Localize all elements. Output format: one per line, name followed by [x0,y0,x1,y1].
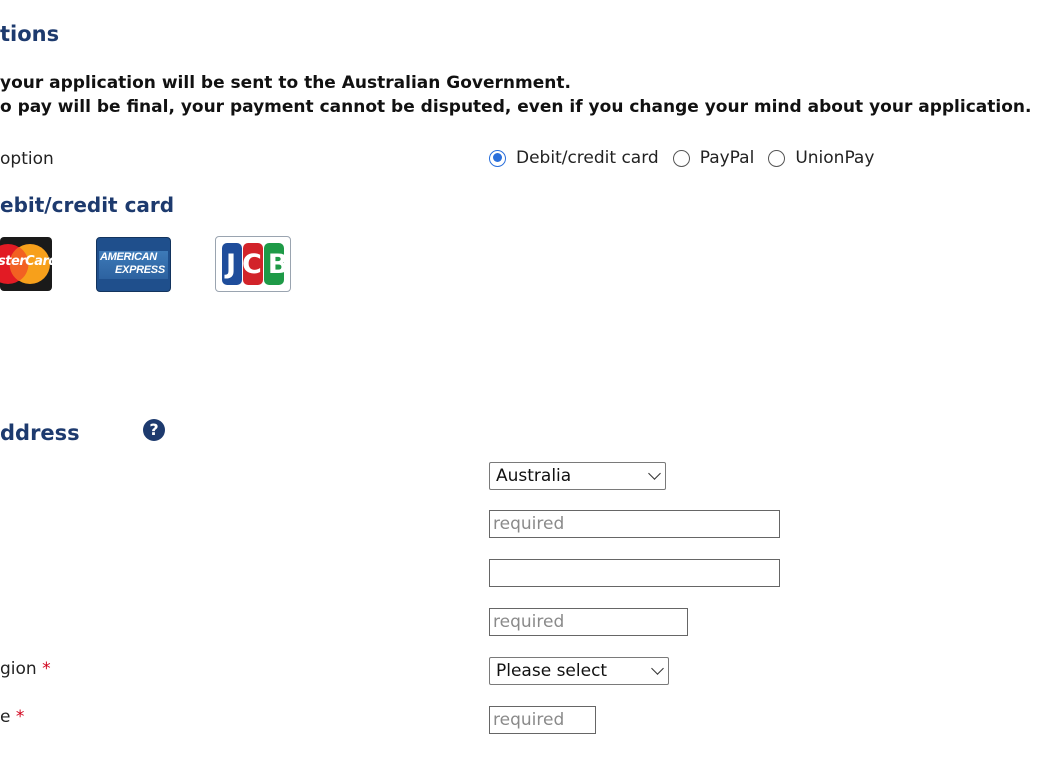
radio-label-paypal: PayPal [699,148,755,168]
radio-unionpay[interactable] [768,149,786,167]
postcode-input[interactable] [489,706,596,734]
postcode-label: e * [0,707,24,727]
jcb-logo: JCB [215,236,291,292]
region-label: gion * [0,659,51,679]
card-section-title: ebit/credit card [0,193,175,217]
city-input[interactable] [489,608,688,636]
help-icon[interactable]: ? [143,419,165,441]
radio-label-unionpay: UnionPay [795,148,875,168]
required-marker: * [42,659,51,679]
section-title: tions [0,22,60,46]
jcb-logo-text: JCB [226,249,291,280]
american-express-logo: AMERICAN EXPRESS [96,237,171,292]
radio-option-unionpay[interactable]: UnionPay [768,148,874,168]
payment-option-label: option [0,149,54,169]
address-line-1-input[interactable] [489,510,780,538]
notice-line-2: o pay will be final, your payment cannot… [0,97,1032,117]
region-label-text: gion [0,659,37,679]
address-line-2-input[interactable] [489,559,780,587]
country-select[interactable]: Australia [489,462,666,490]
postcode-label-text: e [0,707,11,727]
amex-logo-text-line1: AMERICAN [100,251,157,263]
radio-debit-credit-card[interactable] [489,149,506,167]
chevron-down-icon [648,467,661,480]
mastercard-logo: sterCard [0,237,52,291]
address-section-title: ddress [0,421,80,445]
mastercard-logo-text: sterCard [0,254,52,269]
region-select[interactable]: Please select [489,657,669,685]
radio-label-debit-credit-card: Debit/credit card [516,148,659,168]
country-select-value: Australia [496,466,572,486]
payment-option-radio-group: Debit/credit card PayPal UnionPay [489,148,888,168]
radio-option-debit-credit-card[interactable]: Debit/credit card [489,148,659,168]
required-marker: * [15,707,25,727]
notice-line-1: your application will be sent to the Aus… [0,73,571,93]
radio-option-paypal[interactable]: PayPal [672,148,755,168]
chevron-down-icon [651,662,664,675]
region-select-value: Please select [496,661,608,681]
amex-logo-text-line2: EXPRESS [115,264,165,276]
radio-paypal[interactable] [672,149,690,167]
